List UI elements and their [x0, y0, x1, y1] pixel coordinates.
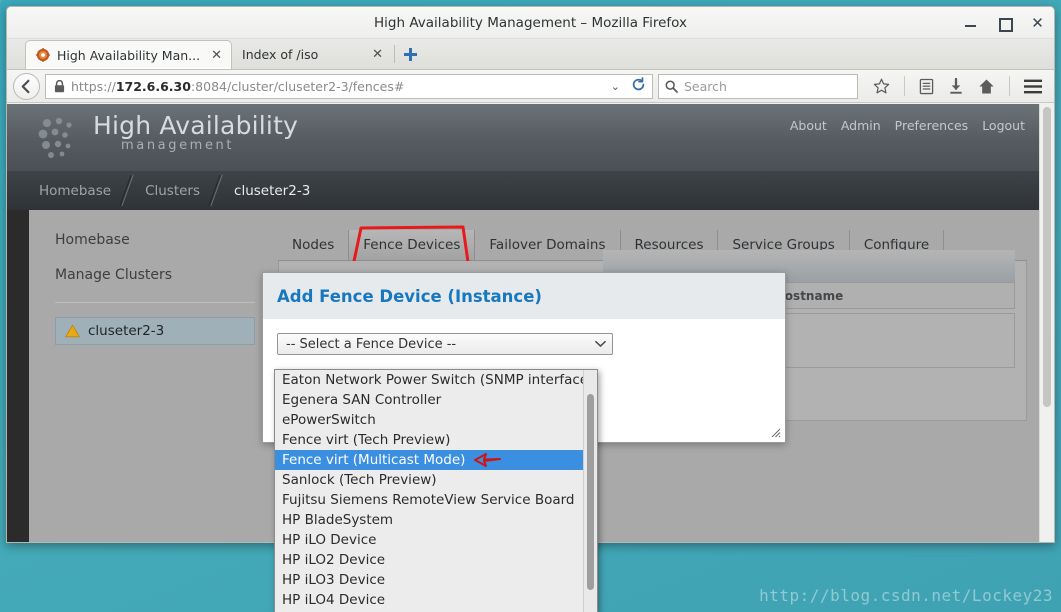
dropdown-option-10[interactable]: HP iLO3 Device: [275, 570, 583, 590]
header-link-logout[interactable]: Logout: [982, 118, 1025, 133]
close-icon[interactable]: ✕: [1031, 15, 1044, 30]
app-logo[interactable]: High Availability management: [35, 110, 298, 162]
dialog-resize-grip-icon[interactable]: [768, 425, 781, 438]
downloads-icon[interactable]: [948, 77, 964, 95]
tab-nodes[interactable]: Nodes: [278, 230, 350, 260]
dropdown-option-4-label: Fence virt (Multicast Mode): [282, 452, 466, 468]
sidebar-item-homebase[interactable]: Homebase: [55, 232, 255, 248]
tab-failover-domains[interactable]: Failover Domains: [475, 230, 621, 260]
sidebar-item-manage-clusters[interactable]: Manage Clusters: [55, 267, 255, 283]
dropdown-option-5[interactable]: Sanlock (Tech Preview): [275, 470, 583, 490]
sidebar-divider: [55, 302, 255, 303]
browser-tabstrip: High Availability Man... ✕ Index of /iso…: [7, 39, 1054, 70]
fence-device-option-list: Eaton Network Power Switch (SNMP interfa…: [275, 370, 593, 612]
breadcrumb-item-current: cluseter2-3: [234, 182, 311, 199]
reload-icon: [632, 76, 645, 90]
toolbar-divider-2: [1009, 76, 1010, 96]
new-tab-button[interactable]: [397, 40, 423, 69]
dropdown-scrollbar-thumb[interactable]: [587, 394, 594, 590]
dropdown-option-9[interactable]: HP iLO2 Device: [275, 550, 583, 570]
browser-toolbar-icons: [863, 76, 1048, 96]
sidebar-cluster-label: cluseter2-3: [88, 323, 165, 339]
url-history-dropmarker[interactable]: ⌄: [606, 80, 625, 93]
chevron-down-icon: [595, 340, 606, 347]
dropdown-option-3[interactable]: Fence virt (Tech Preview): [275, 430, 583, 450]
dropdown-scrollbar[interactable]: [583, 370, 597, 612]
dropdown-option-2[interactable]: ePowerSwitch: [275, 410, 583, 430]
fence-device-select[interactable]: -- Select a Fence Device --: [277, 333, 613, 355]
plus-icon: [403, 48, 417, 61]
dropdown-option-8[interactable]: HP iLO Device: [275, 530, 583, 550]
url-scheme: https://: [71, 78, 116, 94]
dropdown-option-7[interactable]: HP BladeSystem: [275, 510, 583, 530]
sidebar-item-cluster[interactable]: cluseter2-3: [55, 317, 255, 345]
back-arrow-icon: [21, 79, 30, 93]
reader-list-icon[interactable]: [919, 78, 934, 95]
reload-button[interactable]: [631, 76, 648, 96]
dropdown-option-0[interactable]: Eaton Network Power Switch (SNMP interfa…: [275, 370, 593, 390]
dropdown-option-1[interactable]: Egenera SAN Controller: [275, 390, 583, 410]
toolbar-divider: [904, 76, 905, 96]
dialog-title: Add Fence Device (Instance): [277, 286, 542, 306]
red-arrow-annotation-icon: [474, 453, 501, 467]
tab-fence-devices[interactable]: Fence Devices: [349, 230, 476, 260]
app-logo-text: High Availability management: [93, 110, 299, 154]
url-host: 172.6.6.30: [115, 78, 191, 94]
browser-navigation-toolbar: https://172.6.6.30:8084/cluster/cluseter…: [7, 70, 1054, 103]
breadcrumb-item-homebase[interactable]: Homebase: [31, 183, 119, 199]
breadcrumb: Homebase Clusters cluseter2-3: [7, 171, 1039, 210]
header-link-admin[interactable]: Admin: [841, 118, 881, 133]
fence-device-dropdown[interactable]: Eaton Network Power Switch (SNMP interfa…: [274, 369, 598, 612]
back-button[interactable]: [13, 72, 40, 100]
dropdown-option-11[interactable]: HP iLO4 Device: [275, 590, 583, 610]
window-title: High Availability Management – Mozilla F…: [374, 15, 687, 31]
app-logo-title: High Availability: [93, 111, 299, 140]
dropdown-option-6[interactable]: Fujitsu Siemens RemoteView Service Board: [275, 490, 583, 510]
app-header: High Availability management About Admin…: [7, 104, 1039, 171]
search-icon: [665, 80, 678, 93]
app-logo-subtitle: management: [121, 138, 235, 153]
url-bar[interactable]: https://172.6.6.30:8084/cluster/cluseter…: [45, 73, 653, 99]
dropdown-option-4[interactable]: Fence virt (Multicast Mode): [275, 450, 583, 470]
cluster-dots-logo-icon: [38, 117, 72, 158]
window-titlebar: High Availability Management – Mozilla F…: [7, 7, 1054, 39]
lock-icon: [54, 79, 65, 92]
tab-separator: [394, 45, 396, 63]
page-scrollbar[interactable]: [1039, 104, 1054, 542]
maximize-icon[interactable]: [998, 17, 1013, 32]
window-controls: ✕: [965, 7, 1044, 39]
header-links: About Admin Preferences Logout: [790, 118, 1025, 133]
gear-favicon-icon: [36, 48, 50, 62]
browser-tab-label-1: Index of /iso: [242, 47, 319, 62]
header-link-about[interactable]: About: [790, 118, 827, 133]
url-text: https://172.6.6.30:8084/cluster/cluseter…: [71, 79, 600, 94]
header-link-preferences[interactable]: Preferences: [895, 118, 969, 133]
browser-tab-label-0: High Availability Man...: [57, 47, 201, 63]
browser-tab-close-0[interactable]: ✕: [207, 48, 222, 63]
minimize-icon[interactable]: [965, 17, 978, 30]
search-placeholder: Search: [684, 78, 727, 94]
bookmark-star-icon[interactable]: [873, 78, 890, 95]
url-path: :8084/cluster/cluseter2-3/fences#: [190, 78, 405, 94]
menu-icon[interactable]: [1024, 79, 1042, 94]
dialog-header: Add Fence Device (Instance): [263, 273, 785, 319]
search-bar[interactable]: Search: [658, 73, 858, 99]
breadcrumb-item-clusters[interactable]: Clusters: [137, 183, 208, 199]
breadcrumb-separator-1: [119, 171, 137, 210]
browser-tab-close-1[interactable]: ✕: [368, 47, 383, 62]
fence-device-select-value: -- Select a Fence Device --: [286, 336, 457, 352]
page-scrollbar-thumb[interactable]: [1043, 107, 1051, 407]
watermark-text: http://blog.csdn.net/Lockey23: [759, 586, 1053, 605]
browser-tab-1[interactable]: Index of /iso ✕: [232, 40, 392, 69]
home-icon[interactable]: [978, 78, 995, 95]
dialog-body: -- Select a Fence Device --: [263, 319, 785, 355]
warning-triangle-icon: [65, 324, 80, 338]
sidebar: Homebase Manage Clusters cluseter2-3: [29, 210, 269, 345]
browser-tab-0[interactable]: High Availability Man... ✕: [25, 40, 233, 69]
left-rail: [7, 210, 29, 542]
breadcrumb-separator-2: [208, 171, 226, 210]
